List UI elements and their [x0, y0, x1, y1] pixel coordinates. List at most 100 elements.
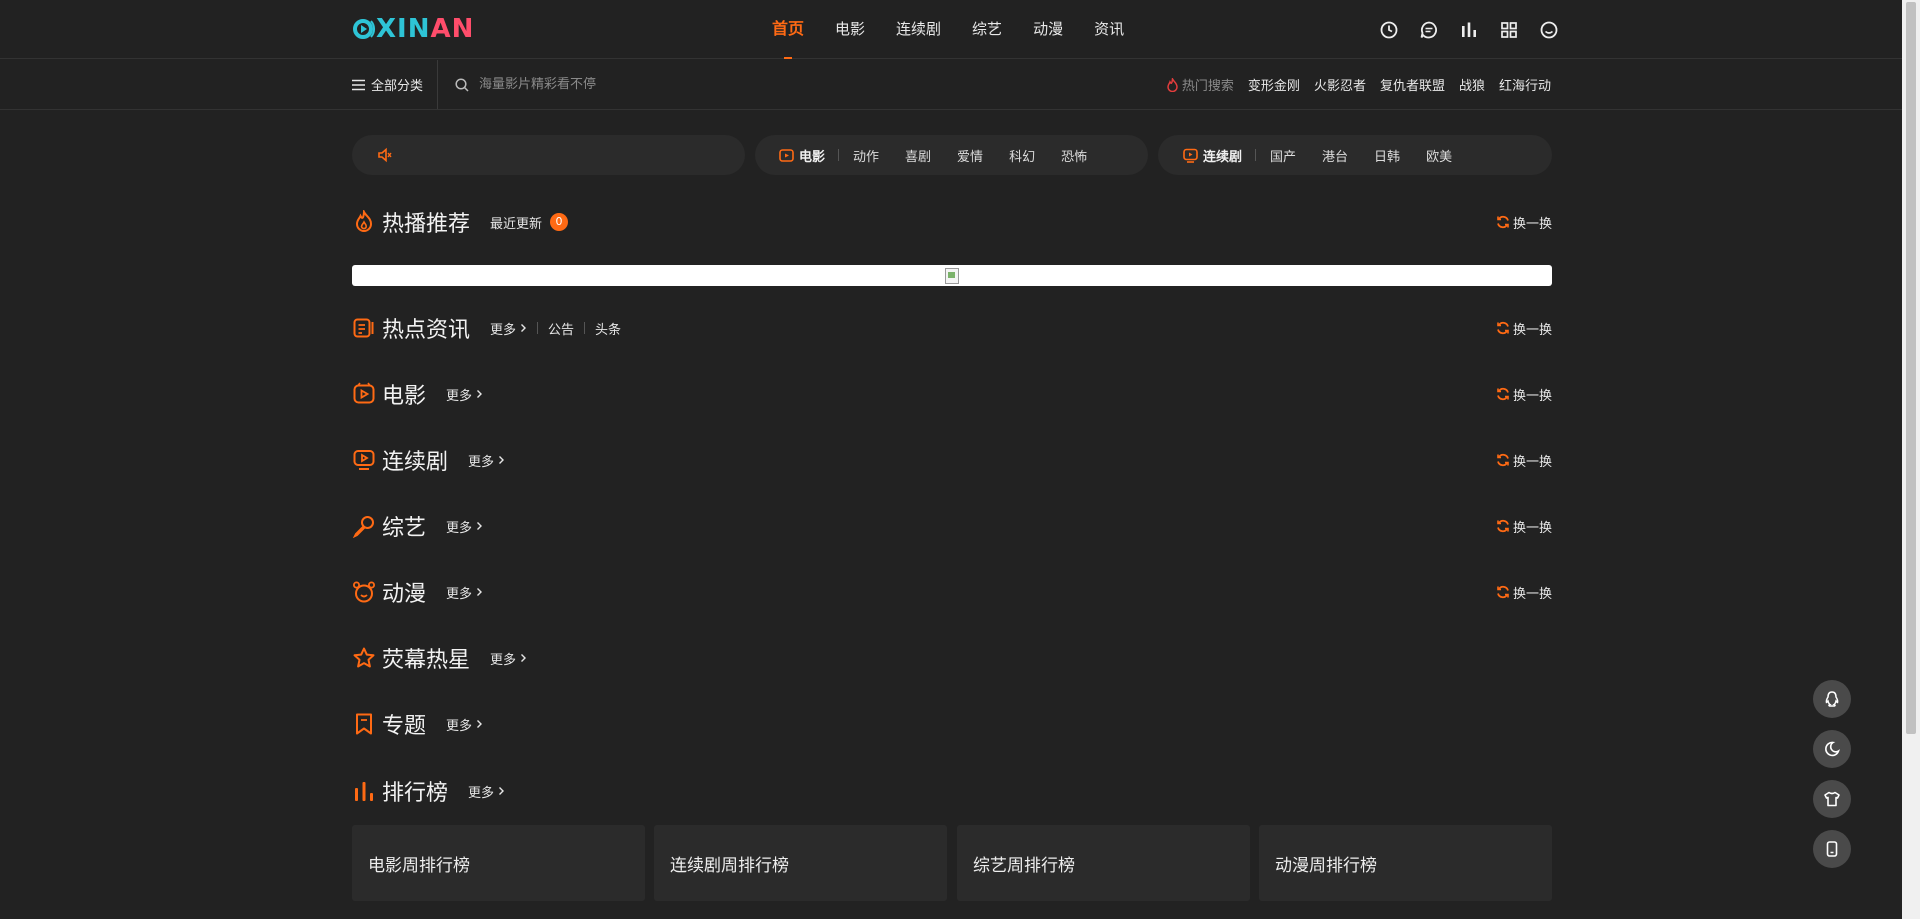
recent-update-link[interactable]: 最近更新 0 — [490, 213, 569, 232]
nav-home[interactable]: 首页 — [772, 0, 804, 59]
ranking-card-anime[interactable]: 动漫周排行榜 — [1259, 825, 1552, 901]
nav-movie[interactable]: 电影 — [835, 0, 865, 59]
logo-text-x: X — [376, 14, 398, 44]
section-topics: 专题 更多 — [352, 709, 1552, 739]
refresh-icon — [1497, 519, 1509, 533]
message-icon[interactable] — [1418, 19, 1440, 41]
chevron-right-icon — [499, 456, 505, 464]
fire-icon — [352, 210, 376, 234]
swap-label: 换一换 — [1512, 388, 1552, 404]
series-category-title: 连续剧 — [1203, 149, 1243, 165]
search-icon[interactable] — [455, 77, 469, 92]
ranking-card-title: 连续剧周排行榜 — [670, 855, 789, 876]
hot-search-text: 热门搜索 — [1181, 79, 1234, 94]
refresh-icon — [1497, 387, 1509, 401]
hot-keyword[interactable]: 复仇者联盟 — [1380, 75, 1445, 94]
swap-button[interactable]: 换一换 — [1496, 583, 1552, 602]
search-input[interactable] — [479, 77, 779, 92]
ranking-card-title: 电影周排行榜 — [368, 855, 470, 876]
site-logo[interactable]: X IN AN — [352, 14, 474, 44]
movie-category-bar: 电影 动作 喜剧 爱情 科幻 恐怖 — [755, 135, 1148, 175]
swap-button[interactable]: 换一换 — [1496, 385, 1552, 404]
nav-variety[interactable]: 综艺 — [972, 0, 1002, 59]
more-link[interactable]: 更多 — [446, 715, 483, 734]
swap-label: 换一换 — [1512, 586, 1552, 602]
swap-button[interactable]: 换一换 — [1496, 517, 1552, 536]
swap-button[interactable]: 换一换 — [1496, 451, 1552, 470]
ranking-card-variety[interactable]: 综艺周排行榜 — [957, 825, 1250, 901]
page-scrollbar[interactable] — [1902, 0, 1920, 919]
nav-anime[interactable]: 动漫 — [1033, 0, 1063, 59]
ranking-icon[interactable] — [1458, 19, 1480, 41]
hot-keyword[interactable]: 火影忍者 — [1314, 75, 1366, 94]
sub-header: 全部分类 热门搜索 变形金刚 火影忍者 复仇者联盟 战狼 红海行动 — [0, 60, 1902, 110]
more-link[interactable]: 更多 — [446, 517, 483, 536]
banner-image[interactable] — [352, 265, 1552, 286]
series-category-link[interactable]: 国产 — [1270, 146, 1296, 165]
hot-keyword[interactable]: 变形金刚 — [1248, 75, 1300, 94]
swap-button[interactable]: 换一换 — [1496, 319, 1552, 338]
refresh-icon — [1497, 585, 1509, 599]
series-category-link[interactable]: 日韩 — [1374, 146, 1400, 165]
nav-news[interactable]: 资讯 — [1094, 0, 1124, 59]
more-link[interactable]: 更多 — [468, 782, 505, 801]
more-link[interactable]: 更多 — [446, 385, 483, 404]
theme-button[interactable] — [1813, 780, 1851, 818]
news-links: 更多 公告 头条 — [490, 319, 621, 338]
qq-button[interactable] — [1813, 680, 1851, 718]
ranking-card-series[interactable]: 连续剧周排行榜 — [654, 825, 947, 901]
more-link[interactable]: 更多 — [490, 319, 527, 338]
main-nav: 首页 电影 连续剧 综艺 动漫 资讯 — [772, 0, 1155, 59]
series-category-link[interactable]: 港台 — [1322, 146, 1348, 165]
header-tools — [1378, 19, 1560, 41]
bookmark-icon — [352, 712, 376, 736]
recent-update-badge: 0 — [550, 213, 569, 231]
movie-category-link[interactable]: 科幻 — [1009, 146, 1035, 165]
section-title: 综艺 — [382, 516, 427, 541]
movie-category-head[interactable]: 电影 — [779, 146, 825, 165]
chevron-right-icon — [477, 720, 483, 728]
refresh-icon — [1497, 453, 1509, 467]
swap-button[interactable]: 换一换 — [1496, 213, 1552, 232]
more-link[interactable]: 更多 — [490, 649, 527, 668]
more-link[interactable]: 更多 — [446, 583, 483, 602]
news-icon — [352, 316, 376, 340]
all-categories-label: 全部分类 — [371, 79, 424, 94]
news-link-announcement[interactable]: 公告 — [548, 319, 574, 338]
news-link-headline[interactable]: 头条 — [595, 319, 621, 338]
movie-category-link[interactable]: 动作 — [853, 146, 879, 165]
tshirt-icon — [1824, 791, 1840, 807]
section-movie: 电影 更多 换一换 — [352, 379, 1552, 409]
menu-icon — [352, 79, 365, 90]
history-icon[interactable] — [1378, 19, 1400, 41]
mobile-button[interactable] — [1813, 830, 1851, 868]
logo-text-in: IN — [397, 14, 431, 44]
section-title: 排行榜 — [382, 781, 449, 806]
movie-category-link[interactable]: 喜剧 — [905, 146, 931, 165]
more-link[interactable]: 更多 — [468, 451, 505, 470]
scrollbar-thumb[interactable] — [1906, 2, 1916, 734]
section-title: 热点资讯 — [382, 318, 471, 343]
more-label: 更多 — [490, 322, 517, 338]
top-header: X IN AN 首页 电影 连续剧 综艺 动漫 资讯 — [0, 0, 1902, 59]
ranking-icon — [352, 779, 376, 803]
nav-series[interactable]: 连续剧 — [896, 0, 941, 59]
user-icon[interactable] — [1538, 19, 1560, 41]
divider — [537, 322, 539, 334]
logo-mark-icon — [353, 19, 375, 39]
mobile-icon — [1826, 841, 1838, 857]
announcement-bar — [352, 135, 745, 175]
movie-category-title: 电影 — [799, 149, 826, 165]
movie-category-link[interactable]: 恐怖 — [1061, 146, 1087, 165]
chevron-right-icon — [477, 588, 483, 596]
ranking-card-movie[interactable]: 电影周排行榜 — [352, 825, 645, 901]
series-category-link[interactable]: 欧美 — [1426, 146, 1452, 165]
dark-mode-button[interactable] — [1813, 730, 1851, 768]
hot-keyword[interactable]: 战狼 — [1459, 75, 1485, 94]
app-grid-icon[interactable] — [1498, 19, 1520, 41]
movie-category-link[interactable]: 爱情 — [957, 146, 983, 165]
series-category-head[interactable]: 连续剧 — [1183, 146, 1242, 165]
more-label: 更多 — [446, 586, 473, 602]
hot-keyword[interactable]: 红海行动 — [1499, 75, 1551, 94]
all-categories-button[interactable]: 全部分类 — [352, 60, 439, 109]
